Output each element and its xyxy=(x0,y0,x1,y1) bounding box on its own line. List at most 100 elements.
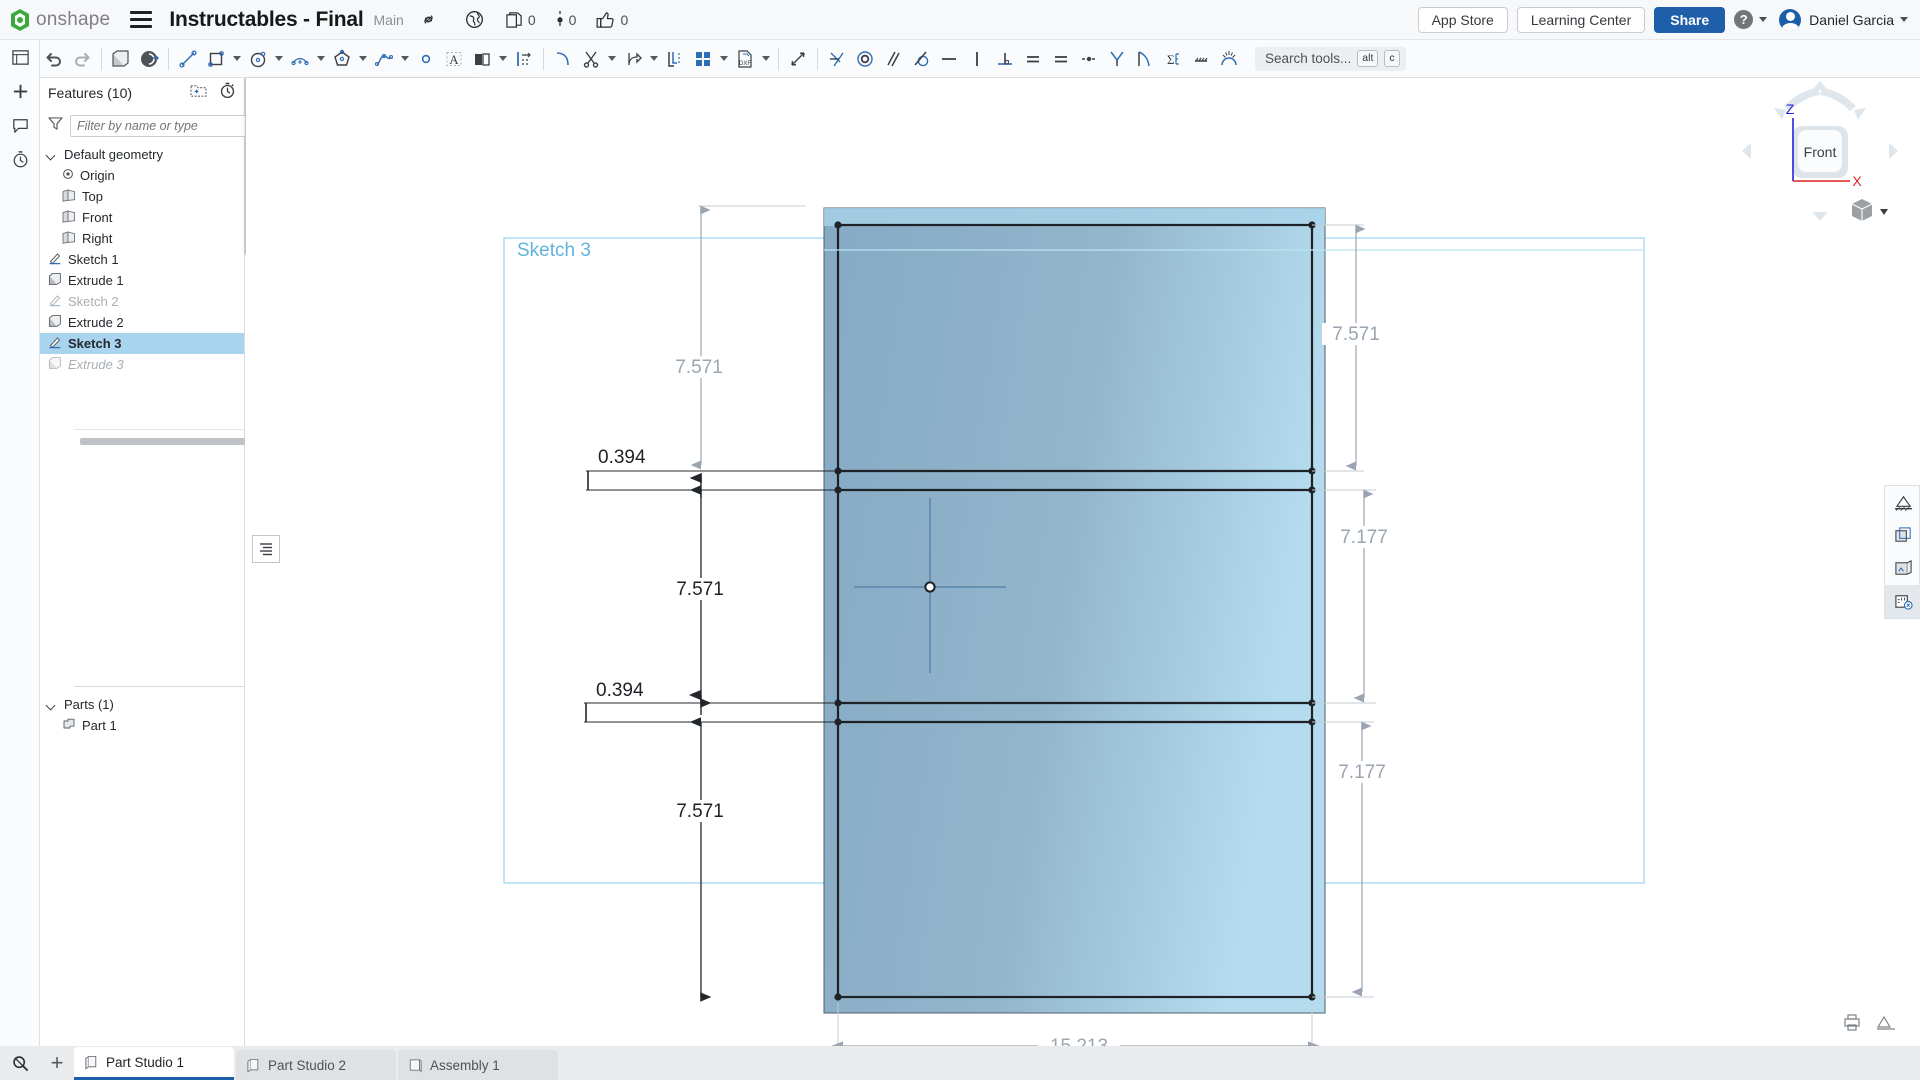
user-chevron-down-icon[interactable] xyxy=(1900,17,1908,22)
feature-list-icon[interactable] xyxy=(0,40,40,74)
help-chevron-down-icon[interactable] xyxy=(1759,17,1768,22)
revolve-icon[interactable] xyxy=(135,45,163,73)
tangent-icon[interactable] xyxy=(907,45,935,73)
render-icon[interactable] xyxy=(1885,552,1920,585)
dimension-left-lower-offset[interactable]: 0.394 xyxy=(584,680,836,723)
tree-item-part-1[interactable]: Part 1 xyxy=(40,715,244,736)
new-folder-icon[interactable] xyxy=(190,83,207,103)
tree-item-front[interactable]: Front xyxy=(40,207,244,228)
trim-icon[interactable] xyxy=(577,45,605,73)
dimension-left-bottom-height[interactable]: 7.571 xyxy=(666,717,734,1002)
part-face[interactable] xyxy=(823,207,1326,1014)
trim-chevron-down-icon[interactable] xyxy=(605,45,619,73)
extend-chevron-down-icon[interactable] xyxy=(647,45,661,73)
display-state-icon[interactable] xyxy=(1885,519,1920,552)
search-tools-input[interactable]: Search tools... alt c xyxy=(1255,46,1406,71)
point-icon[interactable] xyxy=(412,45,440,73)
tab-assembly-1[interactable]: Assembly 1 xyxy=(398,1050,558,1080)
add-tab-button[interactable]: + xyxy=(40,1046,74,1080)
likes-count[interactable]: 0 xyxy=(596,11,628,29)
arc-icon[interactable] xyxy=(286,45,314,73)
filter-icon[interactable] xyxy=(48,116,63,136)
polygon-icon[interactable] xyxy=(328,45,356,73)
grid-icon[interactable] xyxy=(1876,1013,1896,1036)
symmetric-icon[interactable] xyxy=(1103,45,1131,73)
dimension-left-top-height[interactable]: 7.571 xyxy=(666,205,806,472)
use-icon[interactable] xyxy=(689,45,717,73)
tree-item-sketch-3[interactable]: Sketch 3 xyxy=(40,333,244,354)
shaded-display-icon[interactable] xyxy=(1851,199,1873,221)
print-icon[interactable] xyxy=(1842,1013,1862,1036)
tree-group-default-geometry[interactable]: Default geometry xyxy=(40,144,244,165)
dxf-chevron-down-icon[interactable] xyxy=(759,45,773,73)
extend-icon[interactable] xyxy=(619,45,647,73)
equal-icon[interactable] xyxy=(1019,45,1047,73)
dxf-import-icon[interactable]: DXF xyxy=(731,45,759,73)
extrude-icon[interactable] xyxy=(107,45,135,73)
tab-part-studio-1[interactable]: Part Studio 1 xyxy=(74,1047,234,1080)
coincident-icon[interactable] xyxy=(823,45,851,73)
graphics-viewport[interactable]: Sketch 3 7.571 0.394 7.571 0.394 7.571 7… xyxy=(246,78,1920,1053)
tree-item-extrude-2[interactable]: Extrude 2 xyxy=(40,312,244,333)
cad-canvas[interactable]: Sketch 3 7.571 0.394 7.571 0.394 7.571 7… xyxy=(246,78,1920,1053)
view-cube[interactable]: Front Z X xyxy=(1740,78,1900,233)
tab-part-studio-2[interactable]: Part Studio 2 xyxy=(236,1050,396,1080)
line-icon[interactable] xyxy=(174,45,202,73)
undo-icon[interactable] xyxy=(40,45,68,73)
learning-center-button[interactable]: Learning Center xyxy=(1516,6,1646,33)
dimension-left-middle-height[interactable]: 7.571 xyxy=(666,485,734,708)
construction-icon[interactable]: Σ xyxy=(1159,45,1187,73)
history-icon[interactable] xyxy=(0,142,40,176)
circle-icon[interactable] xyxy=(244,45,272,73)
tree-item-sketch-2[interactable]: Sketch 2 xyxy=(40,291,244,312)
measure-icon[interactable] xyxy=(1885,585,1920,618)
help-icon[interactable]: ? xyxy=(1734,10,1754,29)
fillet-icon[interactable] xyxy=(549,45,577,73)
tab-search-icon[interactable] xyxy=(0,1046,40,1080)
sketch-panel-toggle-button[interactable] xyxy=(252,535,280,563)
polygon-chevron-down-icon[interactable] xyxy=(356,45,370,73)
dimension-icon[interactable] xyxy=(784,45,812,73)
filter-input[interactable] xyxy=(70,115,247,137)
spline-chevron-down-icon[interactable] xyxy=(398,45,412,73)
onshape-logo-icon[interactable] xyxy=(9,8,31,32)
dimension-left-upper-offset[interactable]: 0.394 xyxy=(586,447,836,498)
versions-count[interactable]: 0 xyxy=(556,10,576,30)
tree-item-extrude-3[interactable]: Extrude 3 xyxy=(40,354,244,375)
redo-icon[interactable] xyxy=(68,45,96,73)
comments-icon[interactable] xyxy=(0,108,40,142)
arc-chevron-down-icon[interactable] xyxy=(314,45,328,73)
insert-icon[interactable] xyxy=(0,74,40,108)
use-chevron-down-icon[interactable] xyxy=(717,45,731,73)
parallel-icon[interactable] xyxy=(879,45,907,73)
text-icon[interactable]: A xyxy=(440,45,468,73)
rectangle-icon[interactable] xyxy=(202,45,230,73)
share-button[interactable]: Share xyxy=(1654,6,1726,33)
mirror-icon[interactable] xyxy=(468,45,496,73)
horizontal-icon[interactable] xyxy=(935,45,963,73)
copies-count[interactable]: 0 xyxy=(506,11,536,29)
offset-icon[interactable] xyxy=(661,45,689,73)
rollback-bar[interactable] xyxy=(80,438,245,445)
linear-pattern-icon[interactable] xyxy=(510,45,538,73)
fix-icon[interactable] xyxy=(1187,45,1215,73)
tree-item-right[interactable]: Right xyxy=(40,228,244,249)
rollback-timer-icon[interactable] xyxy=(219,82,236,104)
tree-item-sketch-1[interactable]: Sketch 1 xyxy=(40,249,244,270)
display-chevron-down-icon[interactable] xyxy=(1880,209,1888,215)
tree-item-origin[interactable]: Origin xyxy=(40,165,244,186)
app-store-button[interactable]: App Store xyxy=(1417,6,1508,33)
avatar[interactable] xyxy=(1779,8,1802,31)
midpoint-icon[interactable] xyxy=(1075,45,1103,73)
circle-chevron-down-icon[interactable] xyxy=(272,45,286,73)
main-menu-button[interactable] xyxy=(130,11,153,28)
section-view-icon[interactable] xyxy=(1885,486,1920,519)
tree-group-parts[interactable]: Parts (1) xyxy=(40,694,244,715)
normal-icon[interactable] xyxy=(1215,45,1243,73)
link-icon[interactable] xyxy=(420,11,437,28)
tree-item-extrude-1[interactable]: Extrude 1 xyxy=(40,270,244,291)
globe-icon[interactable] xyxy=(465,10,484,29)
mirror-chevron-down-icon[interactable] xyxy=(496,45,510,73)
curvature-icon[interactable] xyxy=(1131,45,1159,73)
vertical-icon[interactable] xyxy=(963,45,991,73)
